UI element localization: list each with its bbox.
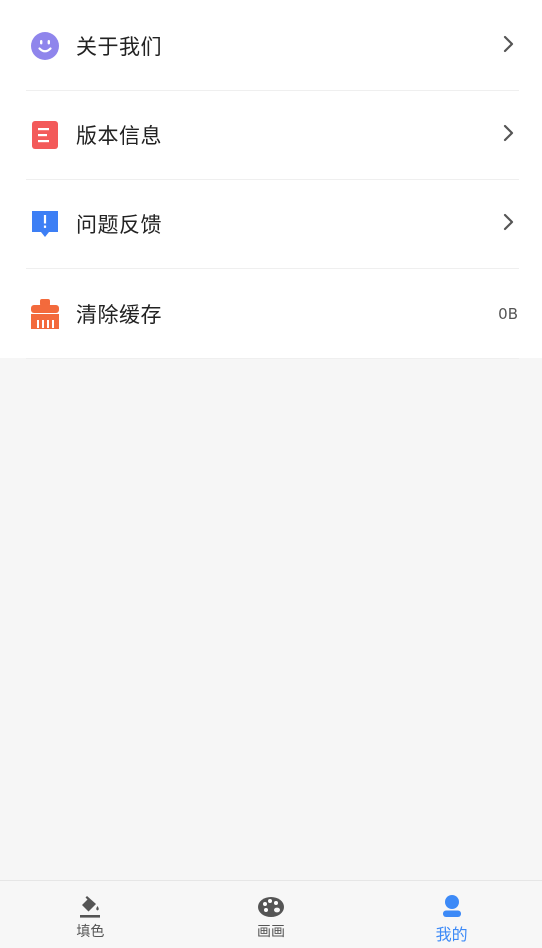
document-icon xyxy=(30,120,60,150)
menu-item-version-info[interactable]: 版本信息 xyxy=(26,91,519,180)
chevron-right-icon xyxy=(501,213,519,235)
palette-icon xyxy=(257,893,285,921)
person-icon xyxy=(438,893,466,921)
cache-size-value: 0B xyxy=(498,305,518,323)
menu-item-label: 版本信息 xyxy=(76,124,162,148)
tab-fill-color[interactable]: 填色 xyxy=(0,881,181,948)
tab-drawing[interactable]: 画画 xyxy=(181,881,362,948)
menu-item-feedback[interactable]: 问题反馈 xyxy=(26,180,519,269)
menu-item-label: 清除缓存 xyxy=(76,303,162,327)
feedback-icon xyxy=(30,209,60,239)
settings-menu: 关于我们 版本信息 问题反馈 清除缓存 0B xyxy=(0,0,542,359)
smiley-icon xyxy=(30,31,60,61)
paint-bucket-icon xyxy=(76,893,104,921)
menu-item-label: 问题反馈 xyxy=(76,213,162,237)
chevron-right-icon xyxy=(501,35,519,57)
tab-mine[interactable]: 我的 xyxy=(361,881,542,948)
tab-label: 画画 xyxy=(257,924,285,940)
tab-label: 填色 xyxy=(76,924,105,940)
menu-item-label: 关于我们 xyxy=(76,35,162,59)
menu-item-about-us[interactable]: 关于我们 xyxy=(26,2,519,91)
menu-item-clear-cache[interactable]: 清除缓存 0B xyxy=(26,270,519,359)
tab-label: 我的 xyxy=(435,925,468,944)
bottom-tab-bar: 填色 画画 我的 xyxy=(0,880,542,948)
chevron-right-icon xyxy=(501,124,519,146)
brush-icon xyxy=(30,299,60,329)
